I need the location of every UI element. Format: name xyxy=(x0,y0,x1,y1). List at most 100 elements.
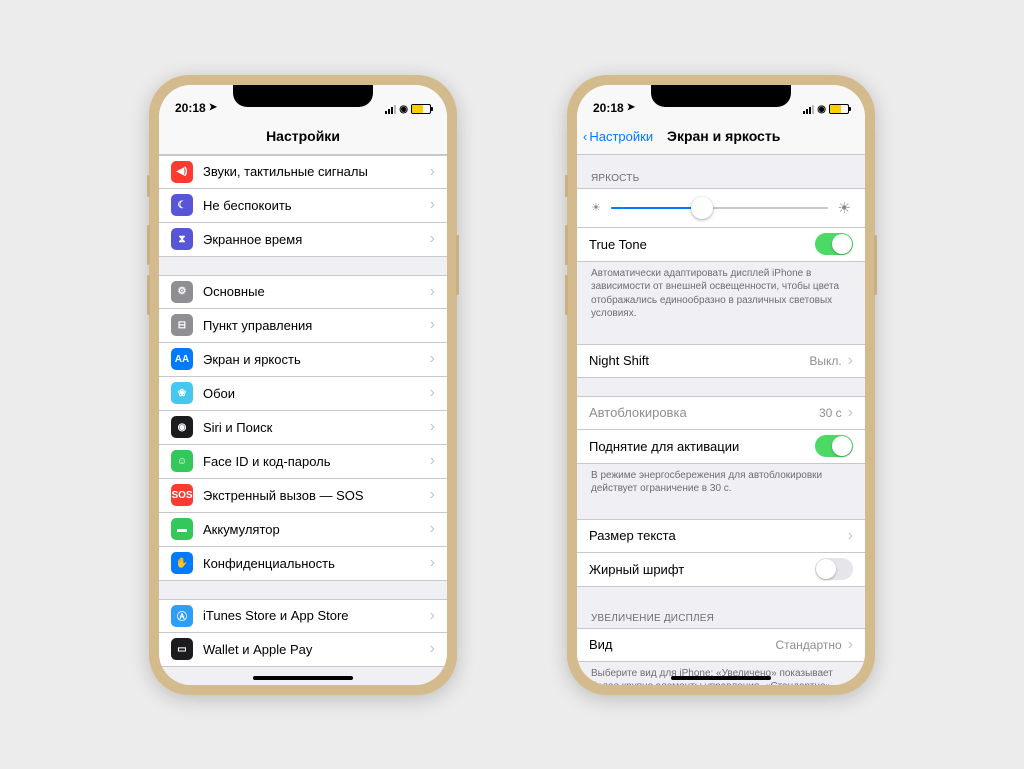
settings-list[interactable]: ◀)Звуки, тактильные сигналы› ☾ Не беспокои… xyxy=(159,155,447,685)
settings-row[interactable]: ⒶiTunes Store и App Store› xyxy=(159,599,447,633)
home-indicator[interactable] xyxy=(253,676,353,680)
chevron-right-icon: › xyxy=(848,405,853,421)
appstore-icon: Ⓐ xyxy=(171,605,193,627)
general-icon: ⚙ xyxy=(171,281,193,303)
settings-row[interactable]: AAЭкран и яркость› xyxy=(159,343,447,377)
back-button[interactable]: ‹ Настройки xyxy=(583,129,653,144)
privacy-icon: ✋ xyxy=(171,552,193,574)
brightness-header: ЯРКОСТЬ xyxy=(577,169,865,188)
battery-icon: ▬ xyxy=(171,518,193,540)
view-label: Вид xyxy=(589,637,775,652)
wifi-icon: ◉ xyxy=(817,104,826,115)
truetone-footer: Автоматически адаптировать дисплей iPhon… xyxy=(577,262,865,326)
settings-row[interactable]: ◉Siri и Поиск› xyxy=(159,411,447,445)
settings-row-label: Обои xyxy=(203,386,430,401)
home-indicator[interactable] xyxy=(671,676,771,680)
settings-row[interactable]: ☺ Face ID и код-пароль› xyxy=(159,445,447,479)
notch xyxy=(651,85,791,107)
chevron-right-icon: › xyxy=(848,637,853,653)
status-time: 20:18 xyxy=(593,101,624,115)
chevron-right-icon: › xyxy=(430,521,435,537)
view-footer: Выберите вид для iPhone: «Увеличено» пок… xyxy=(577,662,865,685)
settings-row[interactable]: ✋Конфиденциальность› xyxy=(159,547,447,581)
location-icon: ➤ xyxy=(627,102,635,113)
page-title: Настройки xyxy=(266,128,340,144)
display-settings[interactable]: ЯРКОСТЬ ☀ ☀ True Tone Автоматически адап… xyxy=(577,155,865,685)
battery-icon xyxy=(829,104,849,114)
faceid-icon: ☺ xyxy=(171,450,193,472)
settings-row[interactable]: ☾ Не беспокоить› xyxy=(159,189,447,223)
signal-icon xyxy=(385,105,396,114)
sos-icon: SOS xyxy=(171,484,193,506)
chevron-right-icon: › xyxy=(430,453,435,469)
settings-row-label: Не беспокоить xyxy=(203,198,430,213)
settings-row[interactable]: ⚙ Основные› xyxy=(159,275,447,309)
settings-row[interactable]: ⊟ Пункт управления› xyxy=(159,309,447,343)
sun-large-icon: ☀ xyxy=(838,199,851,217)
raise-toggle[interactable] xyxy=(815,435,853,457)
settings-row[interactable]: SOSЭкстренный вызов — SOS› xyxy=(159,479,447,513)
bold-label: Жирный шрифт xyxy=(589,562,815,577)
settings-row[interactable]: ▬ Аккумулятор› xyxy=(159,513,447,547)
settings-row-label: Пункт управления xyxy=(203,318,430,333)
settings-row-label: Siri и Поиск xyxy=(203,420,430,435)
chevron-right-icon: › xyxy=(430,641,435,657)
chevron-left-icon: ‹ xyxy=(583,129,587,144)
chevron-right-icon: › xyxy=(430,197,435,213)
zoom-header: УВЕЛИЧЕНИЕ ДИСПЛЕЯ xyxy=(577,609,865,628)
autolock-footer: В режиме энергосбережения для автоблокир… xyxy=(577,464,865,501)
wallpaper-icon: ❀ xyxy=(171,382,193,404)
chevron-right-icon: › xyxy=(848,353,853,369)
settings-row-label: Экран и яркость xyxy=(203,352,430,367)
chevron-right-icon: › xyxy=(430,317,435,333)
phone-right: 20:18 ➤ ◉ ‹ Настройки Экран и яркость ЯР… xyxy=(567,75,875,695)
sun-small-icon: ☀ xyxy=(591,201,601,214)
dnd-icon: ☾ xyxy=(171,194,193,216)
truetone-toggle[interactable] xyxy=(815,233,853,255)
chevron-right-icon: › xyxy=(430,164,435,180)
settings-row[interactable]: ▭Wallet и Apple Pay› xyxy=(159,633,447,667)
settings-row-label: Экранное время xyxy=(203,232,430,247)
chevron-right-icon: › xyxy=(430,231,435,247)
settings-row[interactable]: ⧗ Экранное время› xyxy=(159,223,447,257)
nightshift-value: Выкл. xyxy=(809,354,841,368)
truetone-cell: True Tone xyxy=(577,228,865,262)
raise-label: Поднятие для активации xyxy=(589,439,815,454)
bold-toggle[interactable] xyxy=(815,558,853,580)
chevron-right-icon: › xyxy=(430,555,435,571)
phone-left: 20:18 ➤ ◉ Настройки ◀)Звуки, тактильные … xyxy=(149,75,457,695)
chevron-right-icon: › xyxy=(848,528,853,544)
wifi-icon: ◉ xyxy=(399,104,408,115)
view-cell[interactable]: Вид Стандартно › xyxy=(577,628,865,662)
chevron-right-icon: › xyxy=(430,284,435,300)
settings-row[interactable]: ❀ Обои› xyxy=(159,377,447,411)
nightshift-cell[interactable]: Night Shift Выкл. › xyxy=(577,344,865,378)
screentime-icon: ⧗ xyxy=(171,228,193,250)
status-time: 20:18 xyxy=(175,101,206,115)
chevron-right-icon: › xyxy=(430,385,435,401)
autolock-label: Автоблокировка xyxy=(589,405,819,420)
chevron-right-icon: › xyxy=(430,419,435,435)
controlcenter-icon: ⊟ xyxy=(171,314,193,336)
signal-icon xyxy=(803,105,814,114)
chevron-right-icon: › xyxy=(430,487,435,503)
chevron-right-icon: › xyxy=(430,608,435,624)
nav-bar-settings: Настройки xyxy=(159,119,447,155)
autolock-value: 30 с xyxy=(819,406,842,420)
raise-cell: Поднятие для активации xyxy=(577,430,865,464)
sounds-icon: ◀) xyxy=(171,161,193,183)
settings-row-label: Face ID и код-пароль xyxy=(203,454,430,469)
settings-row-label: Wallet и Apple Pay xyxy=(203,642,430,657)
brightness-slider[interactable] xyxy=(611,207,828,209)
bold-cell: Жирный шрифт xyxy=(577,553,865,587)
location-icon: ➤ xyxy=(209,102,217,113)
autolock-cell[interactable]: Автоблокировка 30 с › xyxy=(577,396,865,430)
settings-row-label: Аккумулятор xyxy=(203,522,430,537)
page-title: Экран и яркость xyxy=(667,128,780,144)
textsize-label: Размер текста xyxy=(589,528,848,543)
chevron-right-icon: › xyxy=(430,351,435,367)
textsize-cell[interactable]: Размер текста › xyxy=(577,519,865,553)
settings-row[interactable]: ◀)Звуки, тактильные сигналы› xyxy=(159,155,447,189)
nav-bar-display: ‹ Настройки Экран и яркость xyxy=(577,119,865,155)
settings-row-label: Основные xyxy=(203,284,430,299)
